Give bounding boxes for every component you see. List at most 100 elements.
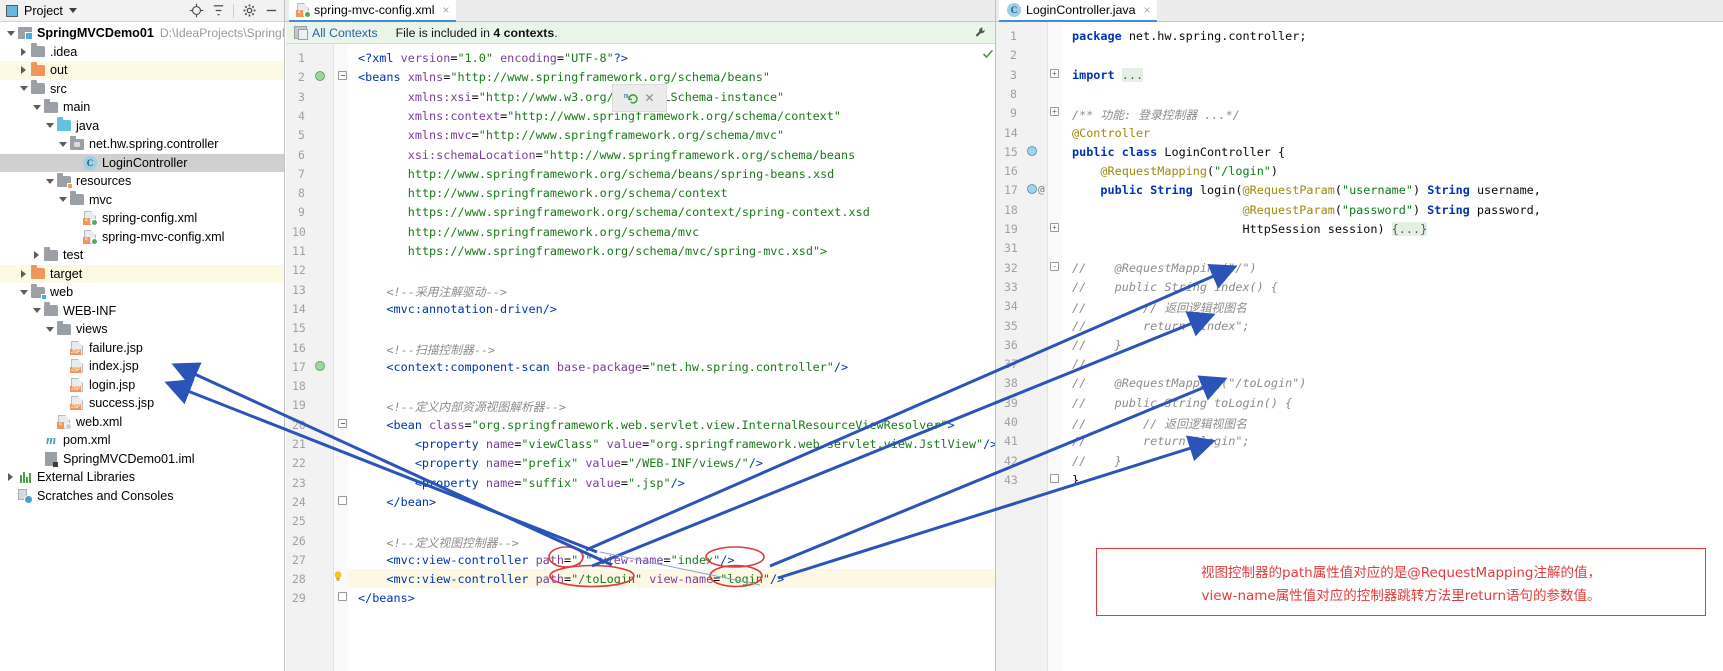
code-line[interactable]: // } <box>1072 338 1122 352</box>
code-line[interactable]: https://www.springframework.org/schema/c… <box>358 205 870 219</box>
tree-item-main[interactable]: main <box>0 98 284 117</box>
chevron-down-icon[interactable] <box>30 104 43 110</box>
code-line[interactable]: <mvc:annotation-driven/> <box>358 302 556 316</box>
tree-item-web-xml[interactable]: < web.xml <box>0 413 284 432</box>
tree-item-resources[interactable]: resources <box>0 172 284 191</box>
fold-marker[interactable] <box>338 71 347 81</box>
code-line[interactable]: // return "index"; <box>1072 319 1250 333</box>
fold-marker[interactable]: + <box>1050 68 1059 78</box>
tree-item-spring-config-xml[interactable]: < spring-config.xml <box>0 209 284 228</box>
tree-item-src[interactable]: src <box>0 80 284 99</box>
schema-badge-icon[interactable] <box>314 70 326 82</box>
code-line[interactable]: </bean> <box>358 495 436 509</box>
all-contexts-link[interactable]: All Contexts <box>312 26 378 40</box>
inlay-hint-popup[interactable]: m ✕ <box>612 84 667 112</box>
tree-item-spring-mvc-config-xml[interactable]: < spring-mvc-config.xml <box>0 228 284 247</box>
tree-item-pom-xml[interactable]: m pom.xml <box>0 431 284 450</box>
tree-item-failure-jsp[interactable]: JSP failure.jsp <box>0 339 284 358</box>
bean-gutter-icon[interactable] <box>1026 145 1038 157</box>
tree-item-out[interactable]: out <box>0 61 284 80</box>
project-tree[interactable]: SpringMVCDemo01 D:\IdeaProjects\SpringM .i… <box>0 22 284 671</box>
fold-marker[interactable]: + <box>1050 223 1059 232</box>
code-line[interactable]: @RequestMapping("/login") <box>1072 164 1278 178</box>
chevron-down-icon[interactable] <box>43 178 56 184</box>
code-line[interactable]: <!--定义内部资源视图解析器--> <box>358 398 565 415</box>
tree-item-springmvcdemo01-iml[interactable]: SpringMVCDemo01.iml <box>0 450 284 469</box>
code-line[interactable]: <?xml version="1.0" encoding="UTF-8"?> <box>358 51 628 65</box>
tree-item-success-jsp[interactable]: JSP success.jsp <box>0 394 284 413</box>
code-line[interactable]: xmlns:xsi="http://www.w3.org/2001/XMLSch… <box>358 90 784 104</box>
code-line[interactable]: <beans xmlns="http://www.springframework… <box>358 70 770 84</box>
tree-item-web[interactable]: web <box>0 283 284 302</box>
fold-marker[interactable]: + <box>1050 107 1059 117</box>
code-line[interactable]: <bean class="org.springframework.web.ser… <box>358 418 954 432</box>
code-line[interactable]: <!--采用注解驱动--> <box>358 283 507 300</box>
tree-item-idea[interactable]: .idea <box>0 43 284 62</box>
tree-item-web-inf[interactable]: WEB-INF <box>0 302 284 321</box>
tab-spring-mvc-config-xml[interactable]: < spring-mvc-config.xml × <box>289 0 456 22</box>
chevron-down-icon[interactable] <box>17 86 30 92</box>
request-mapping-gutter-icon[interactable] <box>1026 183 1038 195</box>
chevron-right-icon[interactable] <box>17 47 30 56</box>
locate-icon[interactable] <box>187 2 205 20</box>
code-line[interactable]: <context:component-scan base-package="ne… <box>358 360 848 374</box>
chevron-down-icon[interactable] <box>30 308 43 314</box>
code-line[interactable]: xmlns:context="http://www.springframewor… <box>358 109 841 123</box>
code-line[interactable]: // } <box>1072 454 1122 468</box>
close-icon[interactable]: ✕ <box>644 91 654 105</box>
chevron-right-icon[interactable] <box>17 269 30 278</box>
chevron-down-icon[interactable] <box>56 197 69 203</box>
code-line[interactable]: </beans> <box>358 591 415 605</box>
tree-item-login-jsp[interactable]: JSP login.jsp <box>0 376 284 395</box>
hide-icon[interactable] <box>262 2 280 20</box>
fold-marker[interactable]: - <box>1050 261 1059 271</box>
code-line[interactable]: // return "login"; <box>1072 434 1250 448</box>
code-line[interactable]: <!--扫描控制器--> <box>358 341 495 358</box>
code-line[interactable]: public class LoginController { <box>1072 145 1285 159</box>
code-line[interactable]: <!--定义视图控制器--> <box>358 534 518 551</box>
code-line[interactable]: /** 功能: 登录控制器 ...*/ <box>1072 106 1240 123</box>
tree-item-java[interactable]: java <box>0 117 284 136</box>
code-line[interactable]: xsi:schemaLocation="http://www.springfra… <box>358 148 855 162</box>
code-line[interactable]: } <box>1072 473 1079 487</box>
code-line[interactable]: public String login(@RequestParam("usern… <box>1072 183 1540 197</box>
settings-gear-icon[interactable] <box>240 2 258 20</box>
close-icon[interactable]: × <box>443 3 450 17</box>
code-line[interactable]: <property name="prefix" value="/WEB-INF/… <box>358 456 763 470</box>
tree-item-scratches-and-consoles[interactable]: Scratches and Consoles <box>0 487 284 506</box>
tree-item-mvc[interactable]: mvc <box>0 191 284 210</box>
fold-marker[interactable] <box>1050 473 1059 483</box>
chevron-down-icon[interactable] <box>17 289 30 295</box>
wrench-icon[interactable] <box>974 26 987 42</box>
chevron-down-icon[interactable] <box>56 141 69 147</box>
chevron-down-icon[interactable] <box>4 30 17 36</box>
xml-code-area[interactable]: 1 <?xml version="1.0" encoding="UTF-8"?> 2… <box>286 44 995 671</box>
code-line[interactable]: // // 返回逻辑视图名 <box>1072 415 1247 432</box>
fold-marker[interactable] <box>338 418 347 428</box>
tree-item-target[interactable]: target <box>0 264 284 283</box>
code-line[interactable]: <mvc:view-controller path="/" view-name=… <box>358 553 734 567</box>
code-line[interactable]: // @RequestMapping("/") <box>1072 261 1257 275</box>
tree-item-net-hw-spring-controller[interactable]: net.hw.spring.controller <box>0 135 284 154</box>
chevron-down-icon[interactable] <box>43 123 56 129</box>
code-line[interactable]: xmlns:mvc="http://www.springframework.or… <box>358 128 784 142</box>
collapse-all-icon[interactable] <box>209 2 227 20</box>
tree-item-views[interactable]: views <box>0 320 284 339</box>
tree-item-index-jsp[interactable]: JSP index.jsp <box>0 357 284 376</box>
tree-item-external-libraries[interactable]: External Libraries <box>0 468 284 487</box>
code-line[interactable]: // @RequestMapping("/toLogin") <box>1072 376 1306 390</box>
fold-marker[interactable] <box>338 495 347 505</box>
code-line[interactable]: @RequestParam("password") String passwor… <box>1072 203 1540 217</box>
chevron-right-icon[interactable] <box>17 66 30 75</box>
project-title-button[interactable]: Project <box>4 4 77 18</box>
annotation-gutter-marker[interactable]: @ <box>1038 183 1045 196</box>
fold-marker[interactable] <box>338 592 347 602</box>
code-line[interactable]: http://www.springframework.org/schema/co… <box>358 186 728 200</box>
code-line[interactable]: @Controller <box>1072 126 1150 140</box>
tree-item-logincontroller[interactable]: C LoginController <box>0 153 284 172</box>
code-line[interactable]: http://www.springframework.org/schema/be… <box>358 167 835 181</box>
code-line[interactable]: http://www.springframework.org/schema/mv… <box>358 225 699 239</box>
code-line[interactable]: // <box>1072 357 1086 371</box>
code-line[interactable]: package net.hw.spring.controller; <box>1072 29 1306 43</box>
chevron-right-icon[interactable] <box>4 473 17 482</box>
